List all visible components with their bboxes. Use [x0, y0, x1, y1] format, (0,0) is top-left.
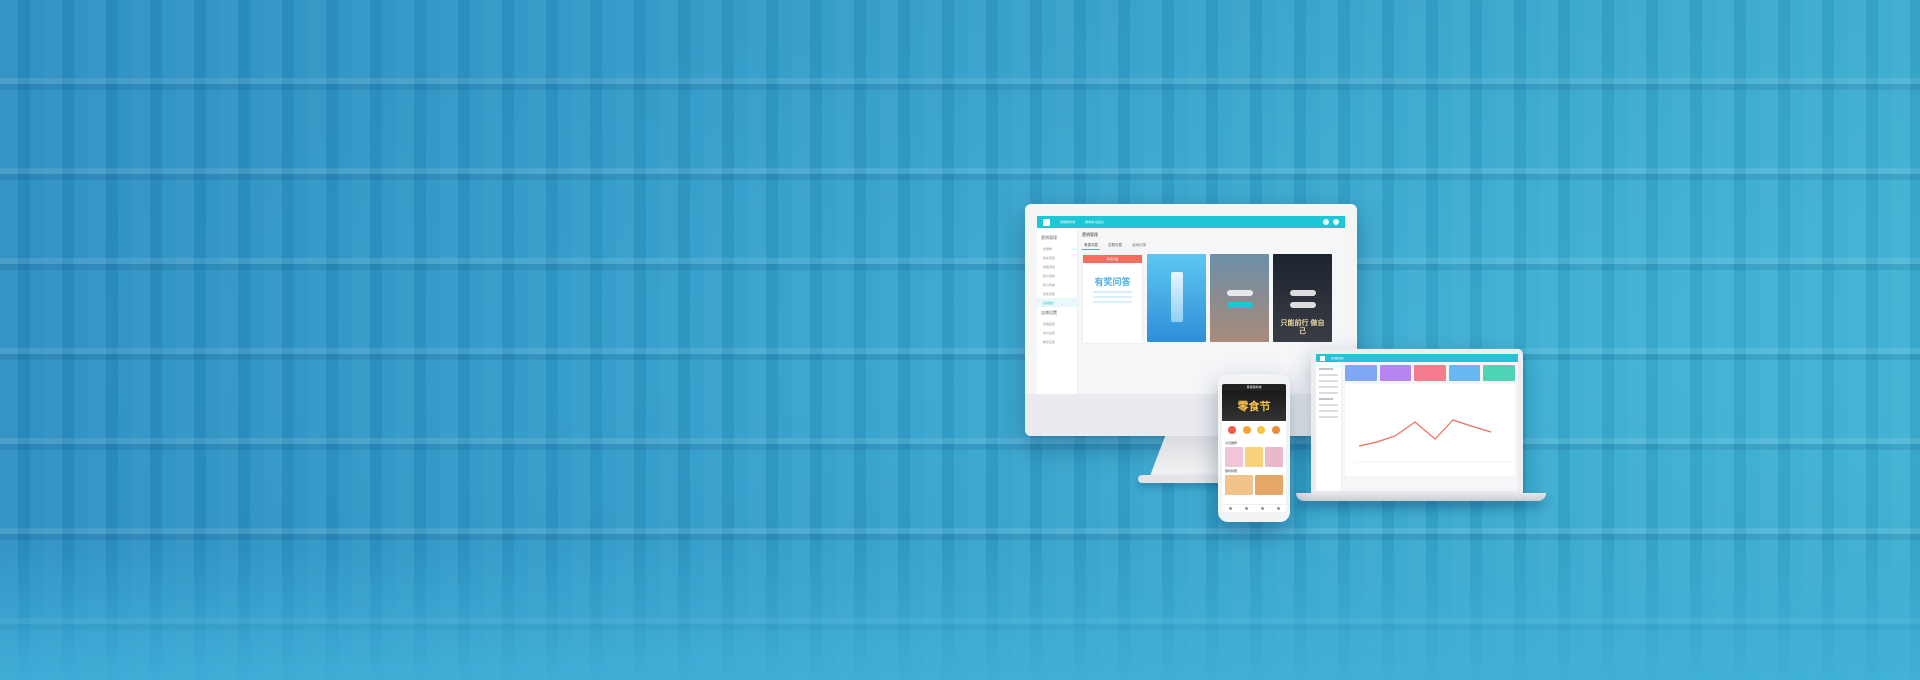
phone-header: 易客微商城	[1222, 384, 1286, 391]
sidebar-item: 支付设置	[1043, 330, 1056, 335]
desktop-monitor: 易客微商城 微商城 总后台 营销管理 优惠券 秒杀活动 拼团活动 砍价活动 积分…	[1025, 204, 1357, 436]
sidebar-line	[1319, 368, 1333, 370]
sidebar-item: 积分商城	[1043, 282, 1056, 287]
sidebar-group-settings: 店铺设置	[1041, 310, 1057, 315]
sidebar-item: 物流设置	[1043, 339, 1056, 344]
page-title: 营销管理	[1082, 232, 1098, 237]
stat-tile	[1448, 365, 1481, 381]
stat-tile	[1345, 365, 1377, 381]
product-thumb	[1225, 447, 1243, 467]
mobile-phone: 易客微商城 零食节 今日推荐 限时特惠	[1218, 374, 1290, 522]
phone-banner: 零食节	[1222, 391, 1286, 421]
sidebar-line	[1319, 386, 1338, 388]
category-tab-icon	[1244, 507, 1248, 510]
text-line	[1093, 291, 1132, 293]
sidebar-item-active: 活动推广	[1037, 298, 1077, 307]
product-thumb	[1225, 475, 1253, 495]
tab-quiz-settings: 答题设置	[1108, 243, 1122, 247]
user-avatar-icon	[1323, 219, 1329, 225]
sidebar-item: 优惠券	[1043, 246, 1053, 251]
sidebar-item: 有奖问答	[1043, 291, 1056, 296]
desktop-screen: 易客微商城 微商城 总后台 营销管理 优惠券 秒杀活动 拼团活动 砍价活动 积分…	[1037, 216, 1345, 394]
category-icon	[1271, 426, 1280, 434]
hero-banner: 易客微商城 微商城 总后台 营销管理 优惠券 秒杀活动 拼团活动 砍价活动 积分…	[0, 0, 1920, 680]
desktop-topbar: 易客微商城 微商城 总后台	[1037, 216, 1345, 228]
section-title: 限时特惠	[1225, 469, 1238, 473]
sidebar-item: 砍价活动	[1043, 273, 1056, 278]
product-row	[1222, 475, 1286, 495]
desktop-tabs: 有奖问答 答题设置 活动记录	[1082, 242, 1341, 250]
card-button	[1227, 290, 1253, 296]
tab-records: 活动记录	[1132, 243, 1146, 247]
product-thumb	[1245, 447, 1263, 467]
sidebar-line	[1319, 374, 1338, 376]
line-chart-panel	[1345, 384, 1515, 476]
tab-quiz: 有奖问答	[1082, 242, 1100, 250]
phone-screen: 易客微商城 零食节 今日推荐 限时特惠	[1222, 384, 1286, 512]
sidebar-item: 秒杀活动	[1043, 255, 1056, 260]
laptop-main	[1342, 362, 1518, 491]
desktop-main: 营销管理 有奖问答 答题设置 活动记录 有奖问答 有奖问答 只能前行 做自己	[1078, 228, 1345, 394]
banner-title: 零食节	[1237, 401, 1271, 413]
category-icon	[1242, 426, 1251, 434]
monitor-chin	[1025, 394, 1357, 436]
sidebar-item: 拼团活动	[1043, 264, 1056, 269]
category-icon	[1228, 426, 1237, 434]
card-button	[1290, 302, 1316, 308]
stat-tile	[1379, 365, 1412, 381]
section-title: 今日推荐	[1225, 441, 1238, 445]
card-button	[1227, 302, 1253, 308]
sidebar-group-marketing: 营销管理	[1041, 235, 1057, 240]
text-line	[1093, 301, 1132, 303]
stat-tile	[1483, 365, 1515, 381]
sidebar-item: 基础设置	[1043, 321, 1056, 326]
product-thumb	[1265, 447, 1283, 467]
desktop-sidebar: 营销管理 优惠券 秒杀活动 拼团活动 砍价活动 积分商城 有奖问答 活动推广 店…	[1037, 228, 1078, 394]
sidebar-line	[1319, 380, 1338, 382]
app-logo-icon	[1320, 355, 1325, 361]
cart-icon	[1260, 507, 1264, 510]
phone-tabbar	[1222, 504, 1286, 512]
profile-icon	[1276, 507, 1280, 510]
laptop-screen: 易客微商城	[1316, 354, 1518, 491]
template-card-dark: 只能前行 做自己	[1273, 254, 1332, 342]
sidebar-line	[1319, 416, 1338, 418]
line-chart	[1355, 419, 1510, 463]
card-button	[1290, 290, 1316, 296]
laptop-topbar: 易客微商城	[1316, 354, 1518, 362]
desktop-brand: 易客微商城	[1060, 220, 1076, 224]
card-slogan: 只能前行 做自己	[1280, 320, 1325, 335]
laptop: 易客微商城	[1311, 349, 1523, 493]
trend-line	[1358, 419, 1492, 447]
template-card-tower	[1147, 254, 1206, 342]
category-icon	[1257, 426, 1266, 434]
text-line	[1093, 296, 1132, 298]
laptop-brand: 易客微商城	[1331, 357, 1344, 360]
sidebar-line	[1319, 410, 1338, 412]
home-icon	[1228, 507, 1232, 510]
laptop-sidebar	[1316, 362, 1342, 491]
sidebar-line	[1319, 404, 1338, 406]
topbar-actions	[1323, 219, 1339, 225]
tower-illustration	[1171, 272, 1183, 322]
template-card-scenic	[1210, 254, 1269, 342]
stat-tile	[1414, 365, 1446, 381]
app-logo-icon	[1043, 218, 1050, 226]
card-title: 有奖问答	[1094, 277, 1131, 287]
desktop-store: 微商城 总后台	[1085, 220, 1104, 224]
product-thumb	[1255, 475, 1283, 495]
template-cards: 有奖问答 有奖问答 只能前行 做自己	[1082, 254, 1341, 344]
sidebar-line	[1319, 398, 1333, 400]
template-card-quiz: 有奖问答 有奖问答	[1082, 254, 1143, 344]
category-icons	[1222, 421, 1286, 439]
laptop-base	[1296, 493, 1546, 501]
product-row	[1222, 447, 1286, 467]
notification-icon	[1333, 219, 1339, 225]
sidebar-line	[1319, 392, 1338, 394]
card-header: 有奖问答	[1083, 255, 1142, 263]
background-fade	[0, 540, 1920, 680]
stat-tiles	[1345, 365, 1515, 381]
